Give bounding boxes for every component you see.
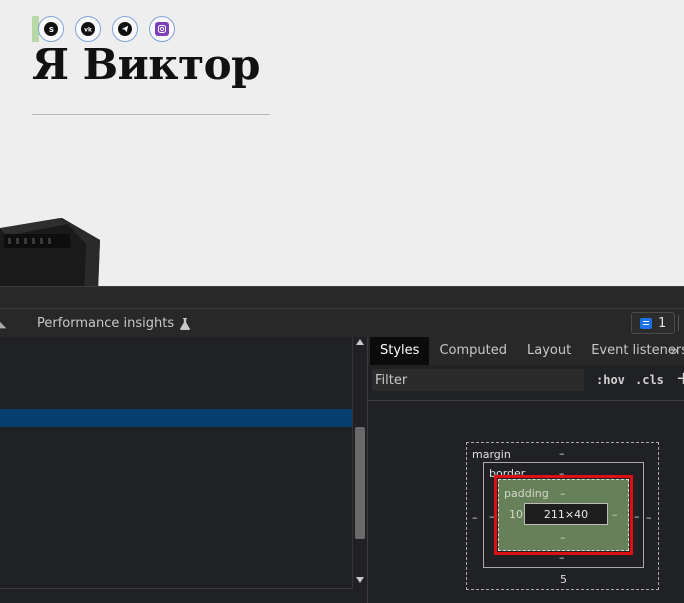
devtools-panel: ◣ Performance insights 1 Styles Computed… <box>0 286 684 603</box>
instagram-link[interactable] <box>149 16 175 42</box>
tab-performance-insights-label: Performance insights <box>37 316 175 331</box>
box-model-border[interactable]: border – – – – padding – – 10 – 211×40 <box>483 462 644 568</box>
new-style-rule-button[interactable]: + <box>676 368 684 389</box>
title-divider <box>32 114 270 115</box>
styles-subtabs: Styles Computed Layout Event listeners <box>368 337 684 365</box>
scroll-down-arrow-icon[interactable] <box>356 577 364 583</box>
amplifier-image <box>0 218 100 286</box>
padding-left-value[interactable]: 10 <box>509 508 523 521</box>
devtools-tabbar: ◣ Performance insights 1 <box>0 286 684 336</box>
telegram-link[interactable] <box>112 16 138 42</box>
elements-tree-pane[interactable] <box>0 337 367 603</box>
scroll-up-arrow-icon[interactable] <box>356 339 364 345</box>
svg-text:vk: vk <box>84 28 92 34</box>
lighthouse-icon[interactable]: ◣ <box>0 317 6 330</box>
elements-scrollbar[interactable] <box>352 337 367 589</box>
padding-right-value[interactable]: – <box>612 508 618 521</box>
vk-icon: vk <box>81 22 95 36</box>
box-model-highlight-outline: padding – – 10 – 211×40 <box>494 475 633 555</box>
tab-layout[interactable]: Layout <box>517 337 581 365</box>
margin-right-value[interactable]: – <box>646 511 652 524</box>
scroll-thumb[interactable] <box>355 427 365 539</box>
telegram-icon <box>118 22 132 36</box>
tab-event-listeners[interactable]: Event listeners <box>581 337 684 365</box>
padding-bottom-value[interactable]: – <box>560 531 566 544</box>
svg-text:S: S <box>48 25 53 34</box>
web-page-viewport: S vk Я Виктор <box>0 0 684 286</box>
border-right-value[interactable]: – <box>634 510 640 523</box>
breadcrumb-divider <box>0 588 352 589</box>
skype-link[interactable]: S <box>38 16 64 42</box>
more-tabs-chevron-icon[interactable]: » <box>670 343 679 359</box>
tab-performance-insights[interactable]: Performance insights <box>37 316 191 331</box>
social-links: S vk <box>38 16 175 42</box>
box-model-padding[interactable]: padding – – 10 – 211×40 <box>498 479 629 551</box>
instagram-icon <box>155 22 169 36</box>
padding-label: padding <box>504 487 549 500</box>
element-classes-button[interactable]: .cls <box>635 373 664 387</box>
issues-count: 1 <box>658 315 667 331</box>
experiment-flask-icon <box>180 317 191 330</box>
selected-dom-node-row[interactable] <box>0 409 352 427</box>
tab-styles[interactable]: Styles <box>370 337 430 365</box>
toolbar-divider <box>678 315 679 331</box>
styles-section-divider <box>368 400 684 401</box>
styles-sidebar-pane: Styles Computed Layout Event listeners »… <box>367 337 684 603</box>
toggle-element-state-button[interactable]: :hov <box>596 373 625 387</box>
issues-counter-button[interactable]: 1 <box>631 312 676 334</box>
margin-left-value[interactable]: – <box>472 511 478 524</box>
tab-computed[interactable]: Computed <box>429 337 517 365</box>
styles-filter-row: :hov .cls + <box>368 366 684 394</box>
margin-bottom-value[interactable]: 5 <box>560 573 567 586</box>
tabbar-separator <box>0 308 684 309</box>
margin-label: margin <box>472 448 511 461</box>
box-model-content-size[interactable]: 211×40 <box>524 503 608 525</box>
vk-link[interactable]: vk <box>75 16 101 42</box>
issues-icon <box>640 317 652 329</box>
margin-top-value[interactable]: – <box>559 447 565 460</box>
padding-top-value[interactable]: – <box>560 487 566 500</box>
box-model-margin[interactable]: margin – 5 – – border – – – – padding – … <box>466 442 659 590</box>
page-title: Я Виктор <box>32 40 261 89</box>
styles-filter-input[interactable] <box>372 369 584 391</box>
skype-icon: S <box>44 22 58 36</box>
